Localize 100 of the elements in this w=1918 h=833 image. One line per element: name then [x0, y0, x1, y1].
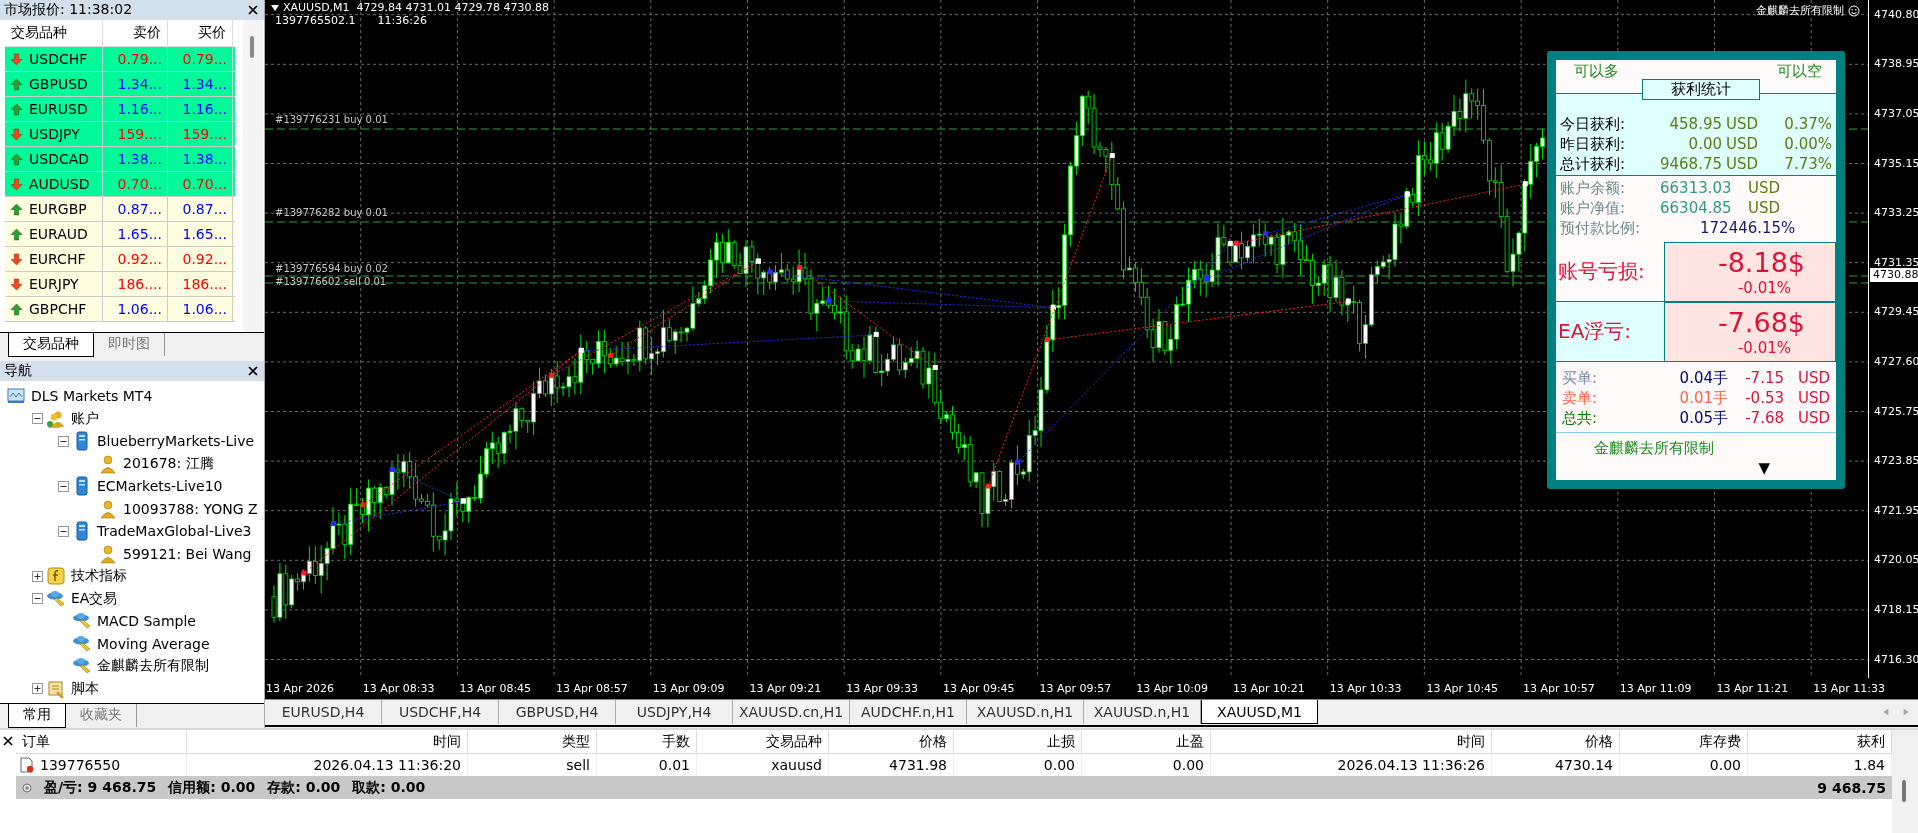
quote-row[interactable]: EURGBP 0.87... 0.87...	[5, 197, 235, 222]
table-cell: 0.00	[1043, 757, 1075, 773]
stat-label: 账户净值:	[1560, 198, 1627, 218]
tree-item[interactable]: EA交易	[71, 589, 118, 608]
column-header[interactable]: 止盈	[1082, 730, 1211, 753]
price-label: 4731.35	[1874, 255, 1918, 270]
column-header[interactable]: 价格	[1492, 730, 1620, 753]
column-header[interactable]: 交易品种	[697, 730, 829, 753]
column-header[interactable]: 交易品种	[5, 20, 103, 46]
profit-text: -0.53	[1744, 389, 1784, 407]
currency-text: USD	[1796, 369, 1830, 387]
quote-row[interactable]: EURUSD 1.16... 1.16...	[5, 97, 235, 122]
quote-row[interactable]: GBPUSD 1.34... 1.34...	[5, 72, 235, 97]
column-header[interactable]: 止损	[954, 730, 1082, 753]
lots-text: 0.05手	[1678, 408, 1728, 428]
time-label: 13 Apr 08:57	[556, 682, 628, 695]
lots-text: 0.01手	[1678, 388, 1728, 408]
expand-icon[interactable]	[32, 570, 43, 582]
table-cell: 2026.04.13 11:36:26	[1337, 757, 1485, 773]
column-header[interactable]: 类型	[468, 730, 597, 753]
bid-price: 0.92...	[103, 247, 168, 271]
scrollbar[interactable]	[1892, 730, 1918, 833]
chart-tab[interactable]: USDCHF,H4	[382, 700, 499, 724]
close-icon[interactable]	[248, 5, 258, 15]
chart-tab[interactable]: USDJPY,H4	[616, 700, 733, 724]
scrollbar-thumb[interactable]	[250, 36, 254, 58]
chart-tab[interactable]: AUDCHF.n,H1	[850, 700, 967, 724]
tree-item[interactable]: DLS Markets MT4	[31, 388, 153, 405]
chart-info: 1397765502.1	[275, 14, 356, 27]
dropdown-icon[interactable]	[271, 4, 279, 11]
ask-price: 186....	[168, 272, 233, 296]
summary-total: 9 468.75	[1817, 779, 1886, 796]
price-label: 4727.60	[1874, 354, 1918, 369]
symbol-text: USDJPY	[29, 126, 80, 142]
column-header[interactable]: 买价	[168, 20, 233, 46]
currency-text: USD	[1748, 199, 1781, 217]
table-cell: sell	[566, 757, 590, 773]
quote-row[interactable]: EURCHF 0.92... 0.92...	[5, 247, 235, 272]
price-label: 4738.95	[1874, 57, 1918, 72]
stat-label: 账户余额:	[1560, 178, 1627, 198]
quote-row[interactable]: USDCHF 0.79... 0.79...	[5, 47, 235, 72]
user-icon	[98, 543, 118, 564]
scrollbar[interactable]	[243, 20, 263, 332]
loss-label: EA浮亏:	[1558, 318, 1632, 345]
panel-tab[interactable]: 收藏夹	[66, 704, 137, 727]
tree-item[interactable]: ECMarkets-Live10	[97, 478, 223, 495]
expand-icon[interactable]	[32, 683, 43, 695]
collapse-icon[interactable]	[32, 593, 43, 605]
table-cell: 4730.14	[1555, 757, 1613, 773]
column-header[interactable]: 手数	[597, 730, 697, 753]
tree-item[interactable]: 技术指标	[71, 567, 127, 586]
chart-tab[interactable]: GBPUSD,H4	[499, 700, 616, 724]
column-header[interactable]: 订单	[16, 730, 187, 753]
smiley-icon	[1848, 4, 1860, 17]
tree-item[interactable]: 脚本	[71, 679, 99, 698]
tree-item[interactable]: 10093788: YONG Z	[123, 500, 258, 517]
quote-row[interactable]: USDJPY 159.... 159....	[5, 122, 235, 147]
tree-item[interactable]: 599121: Bei Wang	[123, 545, 252, 562]
symbol-text: EURJPY	[29, 276, 79, 292]
time-label: 13 Apr 09:33	[846, 682, 918, 695]
panel-tab[interactable]: 即时图	[94, 333, 165, 356]
chart-tab[interactable]: EURUSD,H4	[265, 700, 382, 724]
quote-row[interactable]: USDCAD 1.38... 1.38...	[5, 147, 235, 172]
panel-tab[interactable]: 常用	[8, 704, 66, 728]
panel-tab[interactable]: 交易品种	[8, 333, 94, 357]
quote-row[interactable]: EURAUD 1.65... 1.65...	[5, 222, 235, 247]
collapse-icon[interactable]	[32, 413, 43, 425]
chart-tab[interactable]: XAUUSD.cn,H1	[733, 700, 850, 724]
tree-item[interactable]: BlueberryMarkets-Live	[97, 433, 255, 450]
ask-price: 0.70...	[168, 172, 233, 196]
column-header[interactable]: 时间	[187, 730, 468, 753]
time-label: 13 Apr 10:09	[1136, 682, 1209, 695]
collapse-icon[interactable]	[58, 525, 69, 537]
function-icon	[46, 566, 66, 587]
column-header[interactable]: 价格	[829, 730, 954, 753]
close-icon[interactable]	[248, 366, 258, 376]
tree-item[interactable]: 金麒麟去所有限制	[97, 657, 209, 676]
quote-row[interactable]: AUDUSD 0.70... 0.70...	[5, 172, 235, 197]
tree-item[interactable]: 账户	[71, 409, 99, 428]
quote-row[interactable]: GBPCHF 1.06... 1.06...	[5, 297, 235, 322]
chart-tab[interactable]: XAUUSD.n,H1	[967, 700, 1084, 724]
column-header[interactable]: 库存费	[1620, 730, 1748, 753]
close-icon[interactable]	[3, 736, 13, 746]
hat-icon	[72, 633, 92, 654]
chart-tab[interactable]: XAUUSD,M1	[1201, 700, 1318, 724]
scrollbar-thumb[interactable]	[1902, 780, 1906, 802]
tree-item[interactable]: MACD Sample	[97, 613, 196, 630]
column-header[interactable]: 卖价	[103, 20, 168, 46]
order-label: #139776231 buy 0.01	[275, 114, 388, 126]
quote-row[interactable]: EURJPY 186.... 186....	[5, 272, 235, 297]
collapse-icon[interactable]	[58, 435, 69, 447]
dropdown-arrow[interactable]: ▼	[1758, 459, 1770, 477]
collapse-icon[interactable]	[58, 480, 69, 492]
column-header[interactable]: 时间	[1211, 730, 1492, 753]
tree-item[interactable]: 201678: 江腾	[123, 454, 214, 473]
summary-text: 存款: 0.00	[267, 778, 341, 797]
time-label: 13 Apr 2026	[266, 682, 334, 695]
tree-item[interactable]: Moving Average	[97, 635, 210, 652]
tree-item[interactable]: TradeMaxGlobal-Live3	[97, 523, 252, 540]
ask-price: 0.87...	[168, 197, 233, 221]
